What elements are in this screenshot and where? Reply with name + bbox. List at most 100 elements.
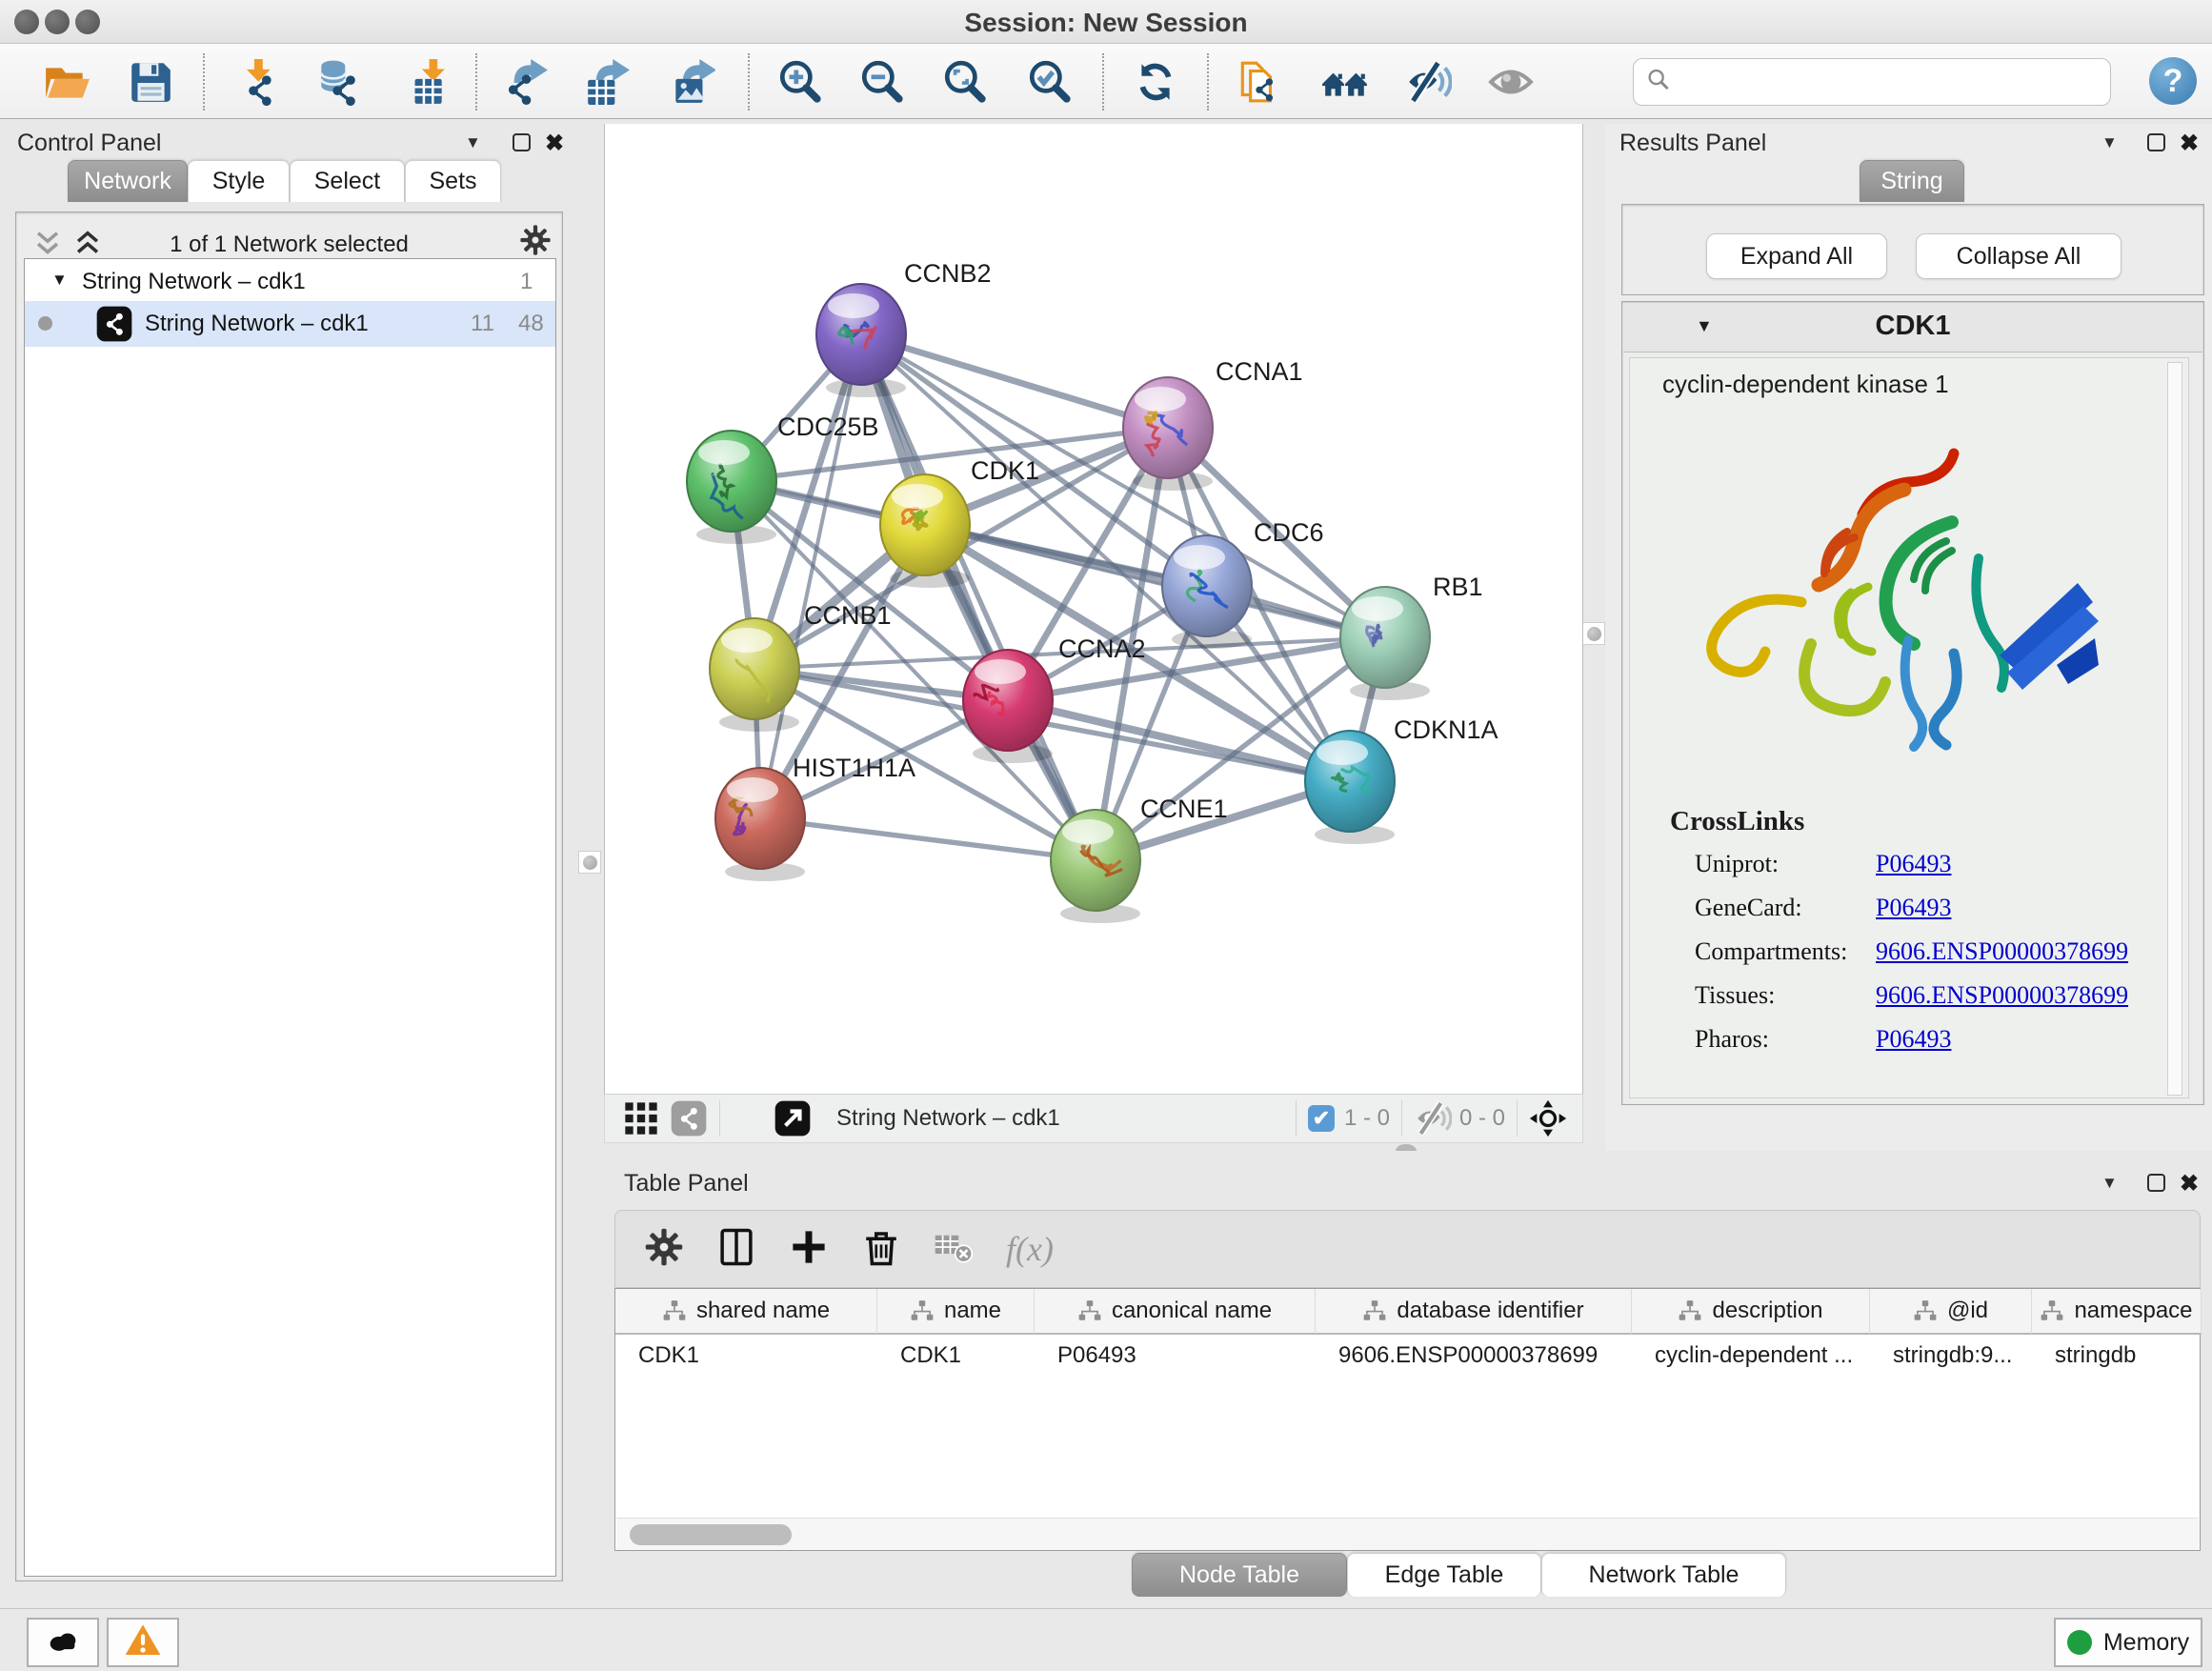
delete-table-icon[interactable] (934, 1227, 974, 1272)
save-session-icon[interactable] (123, 54, 178, 110)
network-node-HIST1H1A[interactable]: HIST1H1A (715, 754, 915, 881)
tab-sets[interactable]: Sets (405, 160, 501, 202)
open-file-icon[interactable] (39, 54, 94, 110)
collection-expand-caret-icon[interactable]: ▼ (51, 271, 68, 290)
string-network-graph[interactable]: CCNB2CCNA1CDC25BCDK1CDC6RB1CCNB1CCNA2CDK… (605, 124, 1584, 1094)
tab-network-table[interactable]: Network Table (1541, 1553, 1786, 1597)
export-image-icon[interactable] (664, 54, 719, 110)
crosslink-value-link[interactable]: P06493 (1876, 1025, 1951, 1054)
table-panel-close-icon[interactable]: ✖ (2180, 1170, 2199, 1198)
tab-edge-table[interactable]: Edge Table (1347, 1553, 1541, 1597)
table-cell[interactable]: stringdb (2032, 1335, 2202, 1379)
zoom-out-icon[interactable] (855, 54, 910, 110)
results-panel-menu-icon[interactable]: ▼ (2101, 133, 2118, 152)
control-panel-close-icon[interactable]: ✖ (545, 130, 564, 157)
table-hscrollbar-thumb[interactable] (630, 1524, 792, 1545)
cloud-status-button[interactable] (27, 1618, 99, 1667)
table-cell[interactable]: cyclin-dependent ... (1632, 1335, 1870, 1379)
control-panel-menu-icon[interactable]: ▼ (465, 133, 481, 152)
import-network-file-icon[interactable] (230, 54, 285, 110)
tab-select[interactable]: Select (290, 160, 405, 202)
column-header-shared-name[interactable]: shared name (615, 1289, 877, 1335)
crosslink-value-link[interactable]: P06493 (1876, 850, 1951, 878)
hide-graphics-details-icon[interactable] (1400, 54, 1456, 110)
network-node-RB1[interactable]: RB1 (1340, 573, 1483, 700)
expand-all-button[interactable]: Expand All (1706, 233, 1887, 279)
grid-view-icon[interactable] (622, 1099, 660, 1137)
export-network-icon[interactable] (497, 54, 553, 110)
network-view-canvas[interactable]: CCNB2CCNA1CDC25BCDK1CDC6RB1CCNB1CCNA2CDK… (604, 124, 1583, 1094)
network-node-CDKN1A[interactable]: CDKN1A (1305, 715, 1498, 844)
refresh-icon[interactable] (1128, 54, 1183, 110)
column-header-name[interactable]: name (877, 1289, 1035, 1335)
add-column-icon[interactable] (789, 1227, 829, 1272)
zoom-fit-icon[interactable] (937, 54, 993, 110)
help-icon[interactable]: ? (2149, 57, 2197, 105)
table-hscrollbar[interactable] (616, 1518, 2199, 1550)
zoom-selected-icon[interactable] (1022, 54, 1077, 110)
home-icon[interactable] (1317, 54, 1373, 110)
tab-network[interactable]: Network (68, 160, 188, 202)
gene-description: cyclin-dependent kinase 1 (1662, 370, 1949, 399)
crosslink-label: Tissues: (1695, 981, 1876, 1010)
table-settings-gear-icon[interactable] (644, 1227, 684, 1272)
node-label: CDC6 (1254, 518, 1324, 547)
network-collection-row[interactable]: ▼ String Network – cdk1 1 (25, 263, 555, 301)
crosslink-value-link[interactable]: 9606.ENSP00000378699 (1876, 937, 2128, 966)
selected-count-checkbox-icon[interactable]: ✔ (1308, 1105, 1335, 1132)
import-table-icon[interactable] (398, 54, 453, 110)
table-row[interactable]: CDK1CDK1P064939606.ENSP00000378699cyclin… (615, 1335, 2200, 1379)
show-graphics-details-icon[interactable] (1483, 54, 1538, 110)
network-row-selected[interactable]: String Network – cdk1 11 48 (25, 301, 555, 347)
left-splitter-handle[interactable] (578, 851, 601, 874)
column-header--id[interactable]: @id (1870, 1289, 2032, 1335)
node-label: CCNA1 (1216, 357, 1303, 386)
detach-view-icon[interactable] (774, 1099, 812, 1137)
table-cell[interactable]: 9606.ENSP00000378699 (1316, 1335, 1632, 1379)
results-panel-float-icon[interactable] (2147, 133, 2165, 151)
network-overview-icon[interactable] (670, 1099, 708, 1137)
network-options-gear-icon[interactable] (519, 224, 552, 261)
table-cell[interactable]: CDK1 (877, 1335, 1035, 1379)
hidden-count-eye-icon[interactable] (1414, 1099, 1452, 1137)
results-scrollbar[interactable] (2167, 362, 2182, 1096)
table-cell[interactable]: CDK1 (615, 1335, 877, 1379)
birds-eye-view-icon[interactable] (1529, 1099, 1567, 1137)
right-splitter-handle[interactable] (1582, 622, 1605, 645)
tab-style[interactable]: Style (188, 160, 290, 202)
table-cell[interactable]: P06493 (1035, 1335, 1316, 1379)
table-panel-menu-icon[interactable]: ▼ (2101, 1174, 2118, 1193)
zoom-in-icon[interactable] (773, 54, 828, 110)
export-table-icon[interactable] (579, 54, 634, 110)
network-edge[interactable] (760, 334, 861, 818)
column-header-description[interactable]: description (1632, 1289, 1870, 1335)
network-node-CDC6[interactable]: CDC6 (1162, 518, 1324, 649)
table-panel-float-icon[interactable] (2147, 1174, 2165, 1192)
table-cell[interactable]: stringdb:9... (1870, 1335, 2032, 1379)
gene-section-header[interactable]: ▼ CDK1 (1623, 303, 2202, 352)
function-builder-icon[interactable]: f(x) (1006, 1229, 1054, 1269)
crosslink-value-link[interactable]: 9606.ENSP00000378699 (1876, 981, 2128, 1010)
collapse-all-button[interactable]: Collapse All (1916, 233, 2122, 279)
network-edge[interactable] (760, 818, 1096, 860)
crosslink-value-link[interactable]: P06493 (1876, 894, 1951, 922)
tab-node-table[interactable]: Node Table (1132, 1553, 1347, 1597)
network-from-clipboard-icon[interactable] (1232, 54, 1287, 110)
column-header-namespace[interactable]: namespace (2032, 1289, 2202, 1335)
results-panel-title: Results Panel (1619, 130, 1766, 157)
results-panel-close-icon[interactable]: ✖ (2180, 130, 2199, 157)
delete-column-icon[interactable] (861, 1227, 901, 1272)
network-node-CCNE1[interactable]: CCNE1 (1051, 795, 1228, 923)
tab-string[interactable]: String (1860, 160, 1964, 202)
column-header-canonical-name[interactable]: canonical name (1035, 1289, 1316, 1335)
warnings-button[interactable] (107, 1618, 179, 1667)
node-label: RB1 (1433, 573, 1483, 601)
network-edge[interactable] (861, 334, 1168, 428)
import-network-database-icon[interactable] (311, 54, 366, 110)
toolbar-search-input[interactable] (1672, 63, 2099, 101)
show-columns-icon[interactable] (716, 1227, 756, 1272)
column-header-database-identifier[interactable]: database identifier (1316, 1289, 1632, 1335)
memory-button[interactable]: Memory (2054, 1618, 2202, 1667)
network-node-CCNB2[interactable]: CCNB2 (816, 259, 992, 397)
control-panel-float-icon[interactable] (513, 133, 531, 151)
